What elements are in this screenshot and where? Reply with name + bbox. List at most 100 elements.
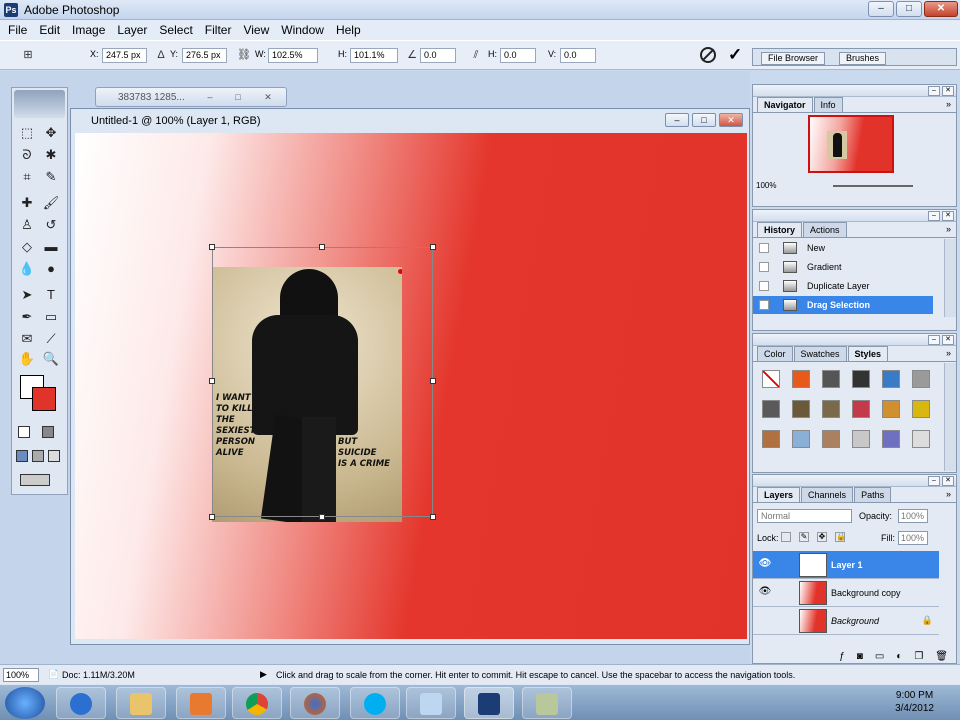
minimized-close-icon[interactable]: ✕	[260, 91, 276, 103]
handle-middle-right[interactable]	[430, 378, 436, 384]
tab-actions[interactable]: Actions	[803, 222, 847, 237]
pen-tool-icon[interactable]: ✒	[16, 306, 38, 328]
menu-file[interactable]: File	[2, 23, 33, 37]
navigator-zoom-slider[interactable]	[833, 185, 913, 187]
menu-help[interactable]: Help	[330, 23, 367, 37]
tab-color[interactable]: Color	[757, 346, 793, 361]
style-swatch[interactable]	[822, 430, 840, 448]
status-zoom-field[interactable]: 100%	[3, 668, 39, 682]
chrome-taskbar[interactable]	[232, 687, 282, 719]
shape-tool-icon[interactable]: ▭	[40, 306, 62, 328]
screen-mode-menu-icon[interactable]	[32, 450, 44, 462]
handle-bottom-right[interactable]	[430, 514, 436, 520]
menu-select[interactable]: Select	[153, 23, 198, 37]
magic-wand-icon[interactable]: ✱	[40, 144, 62, 166]
handle-top-right[interactable]	[430, 244, 436, 250]
x-field[interactable]: 247.5 px	[102, 48, 147, 63]
style-swatch[interactable]	[762, 400, 780, 418]
blur-tool-icon[interactable]: 💧	[16, 258, 38, 280]
history-brush-icon[interactable]: ↺	[40, 214, 62, 236]
standard-mode-icon[interactable]	[18, 426, 30, 438]
history-snapshot-box[interactable]	[759, 262, 769, 272]
other-app-taskbar[interactable]	[522, 687, 572, 719]
vskew-field[interactable]: 0.0	[560, 48, 596, 63]
handle-middle-left[interactable]	[209, 378, 215, 384]
style-swatch[interactable]	[852, 370, 870, 388]
layers-minimize-icon[interactable]: –	[928, 476, 940, 486]
slice-tool-icon[interactable]: ✎	[40, 166, 62, 188]
style-swatch[interactable]	[882, 430, 900, 448]
navigator-thumbnail[interactable]	[808, 115, 894, 173]
layer-row[interactable]: 👁 Layer 1	[753, 551, 939, 579]
layers-close-icon[interactable]: ✕	[942, 476, 954, 486]
style-swatch[interactable]	[882, 400, 900, 418]
layers-menu-icon[interactable]: »	[946, 489, 951, 499]
close-button[interactable]: ✕	[924, 1, 958, 17]
transform-bounding-box[interactable]	[209, 244, 436, 520]
minimize-button[interactable]: –	[868, 1, 894, 17]
history-minimize-icon[interactable]: –	[928, 211, 940, 221]
history-item-selected[interactable]: Drag Selection	[753, 296, 933, 314]
minimized-restore-icon[interactable]: □	[230, 91, 246, 103]
marquee-tool-icon[interactable]: ⬚	[16, 122, 38, 144]
history-item[interactable]: Duplicate Layer	[753, 277, 933, 295]
history-item[interactable]: Gradient	[753, 258, 933, 276]
history-snapshot-box[interactable]	[759, 281, 769, 291]
adjustment-layer-icon[interactable]: ◐	[896, 651, 902, 664]
internet-explorer-taskbar[interactable]	[56, 687, 106, 719]
navigator-zoom[interactable]: 100%	[756, 181, 776, 190]
jump-to-imageready-icon[interactable]	[20, 474, 50, 486]
maximize-button[interactable]: □	[896, 1, 922, 17]
brush-tool-icon[interactable]: 🖌	[40, 192, 62, 214]
style-swatch[interactable]	[822, 400, 840, 418]
path-selection-icon[interactable]: ➤	[16, 284, 38, 306]
handle-bottom-left[interactable]	[209, 514, 215, 520]
menu-image[interactable]: Image	[66, 23, 111, 37]
style-swatch[interactable]	[822, 370, 840, 388]
link-icon[interactable]: ⛓	[237, 49, 251, 61]
width-field[interactable]: 102.5%	[268, 48, 318, 63]
hand-tool-icon[interactable]: ✋	[16, 348, 38, 370]
crop-tool-icon[interactable]: ⌗	[16, 166, 38, 188]
styles-minimize-icon[interactable]: –	[928, 335, 940, 345]
start-button[interactable]	[5, 687, 45, 719]
lock-pixels-icon[interactable]: ✎	[799, 532, 809, 542]
layer-row[interactable]: Background 🔒	[753, 607, 939, 635]
tab-channels[interactable]: Channels	[801, 487, 854, 502]
delete-layer-icon[interactable]: 🗑	[935, 651, 948, 664]
minimized-document[interactable]: 383783 1285... – □ ✕	[95, 87, 287, 107]
panel-menu-icon[interactable]: »	[946, 99, 951, 109]
clock[interactable]: 9:00 PM 3/4/2012	[895, 689, 934, 715]
layer-style-icon[interactable]: ƒ	[839, 651, 845, 664]
style-swatch[interactable]	[912, 400, 930, 418]
style-swatch[interactable]	[792, 430, 810, 448]
no-style-swatch[interactable]	[762, 370, 780, 388]
eyedropper-tool-icon[interactable]: ⟋	[40, 328, 62, 350]
history-snapshot-box[interactable]	[759, 300, 769, 310]
styles-scrollbar[interactable]	[944, 363, 956, 471]
hskew-field[interactable]: 0.0	[500, 48, 536, 63]
clone-stamp-icon[interactable]: ♙	[16, 214, 38, 236]
doc-maximize-button[interactable]: □	[692, 113, 716, 127]
handle-bottom-center[interactable]	[319, 514, 325, 520]
navigator-close-icon[interactable]: ✕	[942, 86, 954, 96]
layer-mask-icon[interactable]: ◙	[857, 651, 863, 664]
status-arrow-icon[interactable]: ▶	[260, 669, 267, 680]
history-item[interactable]: New	[753, 239, 933, 257]
tab-paths[interactable]: Paths	[854, 487, 892, 502]
quick-mask-icon[interactable]	[42, 426, 54, 438]
height-field[interactable]: 101.1%	[350, 48, 398, 63]
styles-menu-icon[interactable]: »	[946, 348, 951, 358]
cancel-transform-icon[interactable]	[700, 47, 716, 63]
style-swatch[interactable]	[792, 370, 810, 388]
notes-tool-icon[interactable]: ✉	[16, 328, 38, 350]
menu-edit[interactable]: Edit	[33, 23, 66, 37]
app-taskbar[interactable]	[406, 687, 456, 719]
skype-taskbar[interactable]	[350, 687, 400, 719]
menu-layer[interactable]: Layer	[111, 23, 153, 37]
style-swatch[interactable]	[882, 370, 900, 388]
layer-row[interactable]: 👁 Background copy	[753, 579, 939, 607]
type-tool-icon[interactable]: T	[40, 284, 62, 306]
reference-point-icon[interactable]: ⊞	[22, 49, 34, 61]
style-swatch[interactable]	[852, 400, 870, 418]
